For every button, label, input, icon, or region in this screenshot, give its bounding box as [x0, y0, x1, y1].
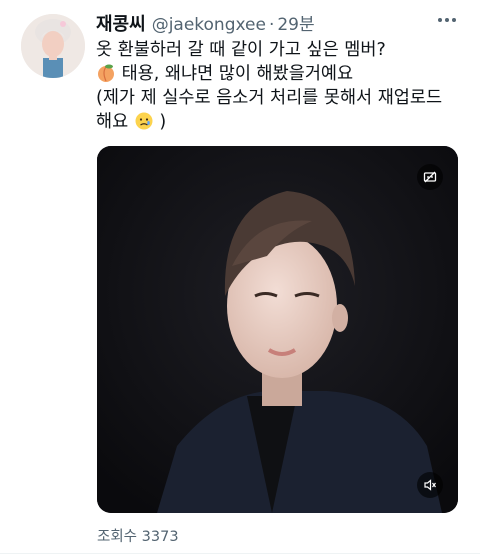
tweet-text-line-3: (제가 제 실수로 음소거 처리를 못해서 재업로드	[96, 88, 443, 108]
captions-off-icon[interactable]	[417, 164, 443, 190]
timestamp[interactable]: 29분	[277, 10, 314, 35]
tweet-text-line-2-text: 태용, 왜냐면 많이 해봤을거예요	[121, 64, 354, 84]
user-handle[interactable]: @jaekongxee	[152, 15, 266, 35]
video-player[interactable]	[97, 146, 458, 513]
more-horizontal-icon[interactable]	[432, 10, 462, 30]
tweet-text-line-4: 해요 )	[96, 110, 466, 134]
tweet-text: 옷 환불하러 갈 때 같이 가고 싶은 멤버? 태용, 왜냐면 많이 해봤을거예…	[96, 38, 466, 134]
divider	[0, 553, 480, 554]
tweet-text-line-4-text: 해요	[96, 112, 129, 132]
views-label: 조회수	[97, 529, 138, 545]
view-count[interactable]: 조회수 3373	[97, 525, 179, 546]
volume-muted-icon[interactable]	[417, 472, 443, 498]
crying-face-emoji	[135, 112, 153, 130]
tweet-text-line-1: 옷 환불하러 갈 때 같이 가고 싶은 멤버?	[96, 40, 386, 60]
separator-dot: ·	[268, 15, 275, 35]
avatar[interactable]	[21, 14, 85, 78]
avatar-image	[21, 14, 85, 78]
tweet-text-line-4-end: )	[159, 112, 167, 132]
tweet-text-line-2: 태용, 왜냐면 많이 해봤을거예요	[96, 62, 466, 86]
peach-emoji	[98, 64, 114, 82]
tweet-header: 재콩씨 @jaekongxee · 29분	[96, 10, 315, 36]
video-frame	[97, 146, 458, 513]
display-name[interactable]: 재콩씨	[96, 10, 146, 36]
views-number: 3373	[141, 529, 179, 545]
